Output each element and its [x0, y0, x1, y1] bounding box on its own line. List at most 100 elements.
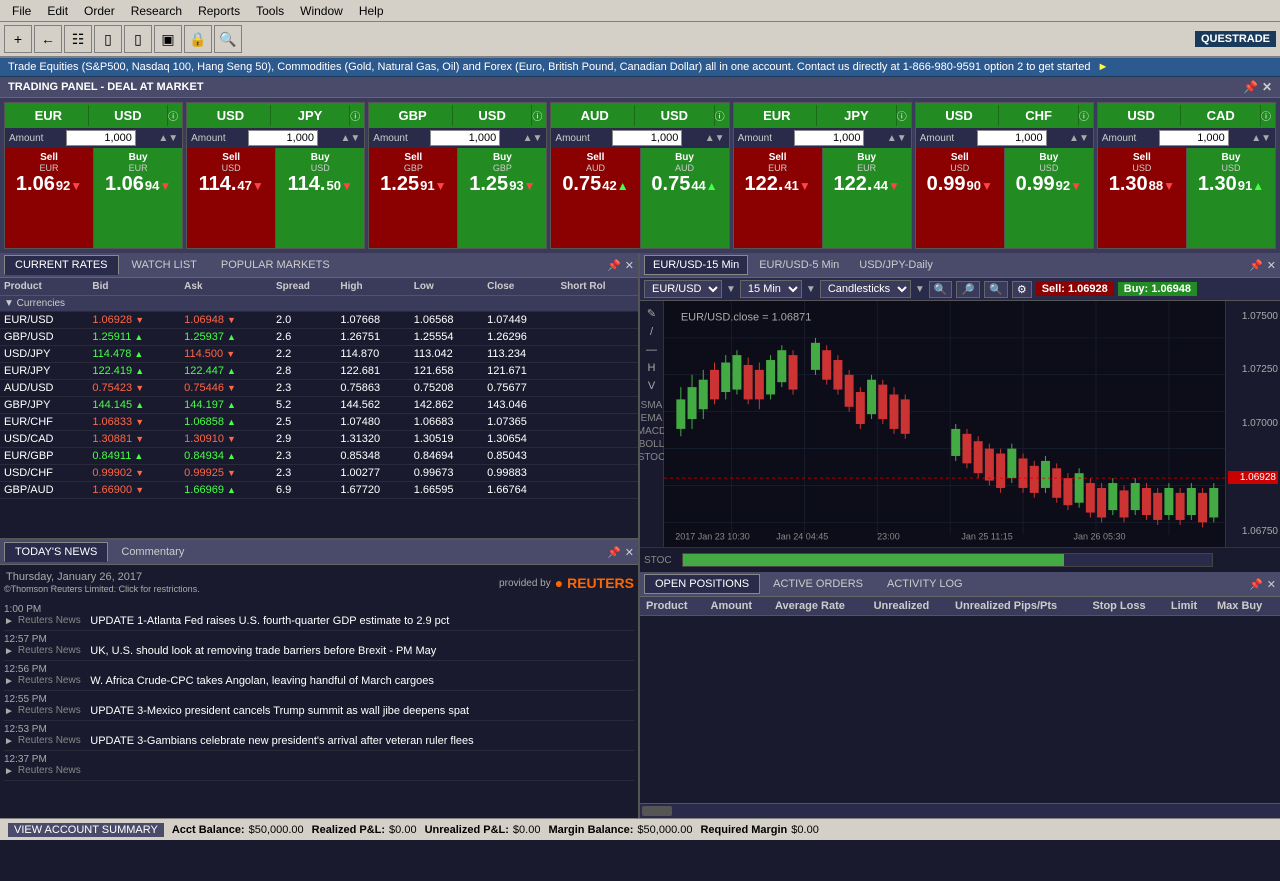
table-row[interactable]: USD/CAD 1.30881 ▼ 1.30910 ▼ 2.9 1.31320 …	[0, 431, 638, 448]
charttype-select[interactable]: Candlesticks	[820, 280, 911, 298]
menu-order[interactable]: Order	[76, 2, 123, 20]
zoom-in-btn[interactable]: 🔍	[929, 281, 953, 298]
toolbar-window2-btn[interactable]: ▯	[124, 25, 152, 53]
tab-todays-news[interactable]: TODAY'S NEWS	[4, 542, 108, 562]
chart-tool-cursor[interactable]: ✎	[645, 305, 658, 322]
trading-panel-pin[interactable]: 📌	[1243, 80, 1258, 94]
tile-sell-btn[interactable]: Sell USD 114. 47 ▼	[187, 148, 276, 248]
tile-amount-input[interactable]	[430, 130, 500, 146]
tile-amount-input[interactable]	[66, 130, 136, 146]
chart-tool-h[interactable]: H	[646, 360, 658, 376]
tab-popular-markets[interactable]: POPULAR MARKETS	[210, 255, 341, 275]
positions-pin-icon[interactable]: 📌	[1249, 578, 1263, 591]
sma-indicator[interactable]: SMA	[641, 400, 663, 411]
stoc-indicator[interactable]: STOC	[640, 452, 665, 463]
tile-buy-btn[interactable]: Buy GBP 1.25 93 ▼	[458, 148, 546, 248]
tile-sell-btn[interactable]: Sell AUD 0.75 42 ▲	[551, 148, 640, 248]
news-expand-icon[interactable]: ►	[4, 736, 14, 747]
tile-amount-input[interactable]	[794, 130, 864, 146]
chart-settings-btn[interactable]: ⚙	[1012, 281, 1032, 298]
chart-tab-eurusd-5[interactable]: EUR/USD-5 Min	[750, 255, 848, 275]
tab-active-orders[interactable]: ACTIVE ORDERS	[762, 574, 874, 594]
news-item-headline[interactable]: W. Africa Crude-CPC takes Angolan, leavi…	[90, 675, 434, 687]
toolbar-lock-btn[interactable]: 🔒	[184, 25, 212, 53]
chart-tool-v[interactable]: V	[646, 378, 657, 394]
tile-info-icon[interactable]: ⓘ	[715, 108, 725, 123]
toolbar-back-btn[interactable]: ←	[34, 25, 62, 53]
tab-commentary[interactable]: Commentary	[110, 542, 195, 562]
tile-amount-arrows[interactable]: ▲▼	[340, 133, 360, 144]
stoc-label[interactable]: STOC	[644, 555, 674, 566]
chart-tool-horizontal[interactable]: —	[644, 342, 659, 358]
table-row[interactable]: GBP/USD 1.25911 ▲ 1.25937 ▲ 2.6 1.26751 …	[0, 329, 638, 346]
tile-amount-arrows[interactable]: ▲▼	[1251, 133, 1271, 144]
tile-amount-input[interactable]	[1159, 130, 1229, 146]
menu-window[interactable]: Window	[292, 2, 351, 20]
tile-amount-arrows[interactable]: ▲▼	[1069, 133, 1089, 144]
news-expand-icon[interactable]: ►	[4, 616, 14, 627]
scrollbar-thumb[interactable]	[642, 806, 672, 816]
tab-activity-log[interactable]: ACTIVITY LOG	[876, 574, 974, 594]
news-item-headline[interactable]: UPDATE 3-Mexico president cancels Trump …	[90, 705, 469, 717]
zoom-out-btn[interactable]: 🔎	[956, 281, 980, 298]
table-row[interactable]: GBP/JPY 144.145 ▲ 144.197 ▲ 5.2 144.562 …	[0, 397, 638, 414]
view-account-summary-btn[interactable]: VIEW ACCOUNT SUMMARY	[8, 823, 164, 837]
tile-info-icon[interactable]: ⓘ	[897, 108, 907, 123]
table-row[interactable]: USD/JPY 114.478 ▲ 114.500 ▼ 2.2 114.870 …	[0, 346, 638, 363]
tile-amount-input[interactable]	[612, 130, 682, 146]
tab-current-rates[interactable]: CURRENT RATES	[4, 255, 119, 275]
table-row[interactable]: GBP/AUD 1.66900 ▼ 1.66969 ▲ 6.9 1.67720 …	[0, 482, 638, 499]
news-item-headline[interactable]: UPDATE 3-Gambians celebrate new presiden…	[90, 735, 473, 747]
tile-buy-btn[interactable]: Buy USD 1.30 91 ▲	[1187, 148, 1275, 248]
news-item-headline[interactable]: UPDATE 1-Atlanta Fed raises U.S. fourth-…	[90, 615, 449, 627]
tile-sell-btn[interactable]: Sell EUR 1.06 92 ▼	[5, 148, 94, 248]
tile-buy-btn[interactable]: Buy EUR 122. 44 ▼	[823, 148, 911, 248]
copyright-text[interactable]: ©Thomson Reuters Limited. Click for rest…	[4, 584, 200, 594]
boll-indicator[interactable]: BOLL	[640, 439, 664, 450]
table-row[interactable]: USD/CHF 0.99902 ▼ 0.99925 ▼ 2.3 1.00277 …	[0, 465, 638, 482]
toolbar-search-btn[interactable]: 🔍	[214, 25, 242, 53]
tile-amount-arrows[interactable]: ▲▼	[523, 133, 543, 144]
table-row[interactable]: EUR/GBP 0.84911 ▲ 0.84934 ▲ 2.3 0.85348 …	[0, 448, 638, 465]
chart-close-icon[interactable]: ✕	[1267, 259, 1276, 272]
news-expand-icon[interactable]: ►	[4, 706, 14, 717]
table-row[interactable]: EUR/JPY 122.419 ▲ 122.447 ▲ 2.8 122.681 …	[0, 363, 638, 380]
menu-file[interactable]: File	[4, 2, 39, 20]
chart-tab-eurusd-15[interactable]: EUR/USD-15 Min	[644, 255, 748, 275]
tile-buy-btn[interactable]: Buy USD 114. 50 ▼	[276, 148, 364, 248]
ticker-arrow[interactable]: ►	[1098, 61, 1109, 73]
chart-pin-icon[interactable]: 📌	[1249, 259, 1263, 272]
menu-help[interactable]: Help	[351, 2, 392, 20]
toolbar-window1-btn[interactable]: ▯	[94, 25, 122, 53]
symbol-select[interactable]: EUR/USD	[644, 280, 722, 298]
table-row[interactable]: EUR/CHF 1.06833 ▼ 1.06858 ▲ 2.5 1.07480 …	[0, 414, 638, 431]
menu-edit[interactable]: Edit	[39, 2, 76, 20]
timeframe-select[interactable]: 15 Min	[740, 280, 802, 298]
chart-tool-line[interactable]: /	[648, 324, 655, 340]
news-pin-icon[interactable]: 📌	[607, 546, 621, 559]
positions-scrollbar[interactable]	[640, 803, 1280, 818]
news-expand-icon[interactable]: ►	[4, 646, 14, 657]
chart-tab-usdjpy-daily[interactable]: USD/JPY-Daily	[850, 255, 942, 275]
news-close-icon[interactable]: ✕	[625, 546, 634, 559]
tile-info-icon[interactable]: ⓘ	[350, 108, 360, 123]
tile-sell-btn[interactable]: Sell EUR 122. 41 ▼	[734, 148, 823, 248]
menu-reports[interactable]: Reports	[190, 2, 248, 20]
positions-close-icon[interactable]: ✕	[1267, 578, 1276, 591]
tile-amount-input[interactable]	[977, 130, 1047, 146]
tile-amount-arrows[interactable]: ▲▼	[705, 133, 725, 144]
table-row[interactable]: AUD/USD 0.75423 ▼ 0.75446 ▼ 2.3 0.75863 …	[0, 380, 638, 397]
tile-buy-btn[interactable]: Buy EUR 1.06 94 ▼	[94, 148, 182, 248]
ema-indicator[interactable]: EMA	[641, 413, 663, 424]
tile-info-icon[interactable]: ⓘ	[532, 108, 542, 123]
toolbar-grid-btn[interactable]: ☷	[64, 25, 92, 53]
tile-sell-btn[interactable]: Sell USD 1.30 88 ▼	[1098, 148, 1187, 248]
tile-sell-btn[interactable]: Sell USD 0.99 90 ▼	[916, 148, 1005, 248]
table-row[interactable]: EUR/USD 1.06928 ▼ 1.06948 ▼ 2.0 1.07668 …	[0, 312, 638, 329]
tile-buy-btn[interactable]: Buy USD 0.99 92 ▼	[1005, 148, 1093, 248]
tab-watch-list[interactable]: WATCH LIST	[121, 255, 208, 275]
macd-indicator[interactable]: MACD	[640, 426, 666, 437]
menu-research[interactable]: Research	[123, 2, 190, 20]
tile-info-icon[interactable]: ⓘ	[1261, 108, 1271, 123]
tile-amount-arrows[interactable]: ▲▼	[158, 133, 178, 144]
